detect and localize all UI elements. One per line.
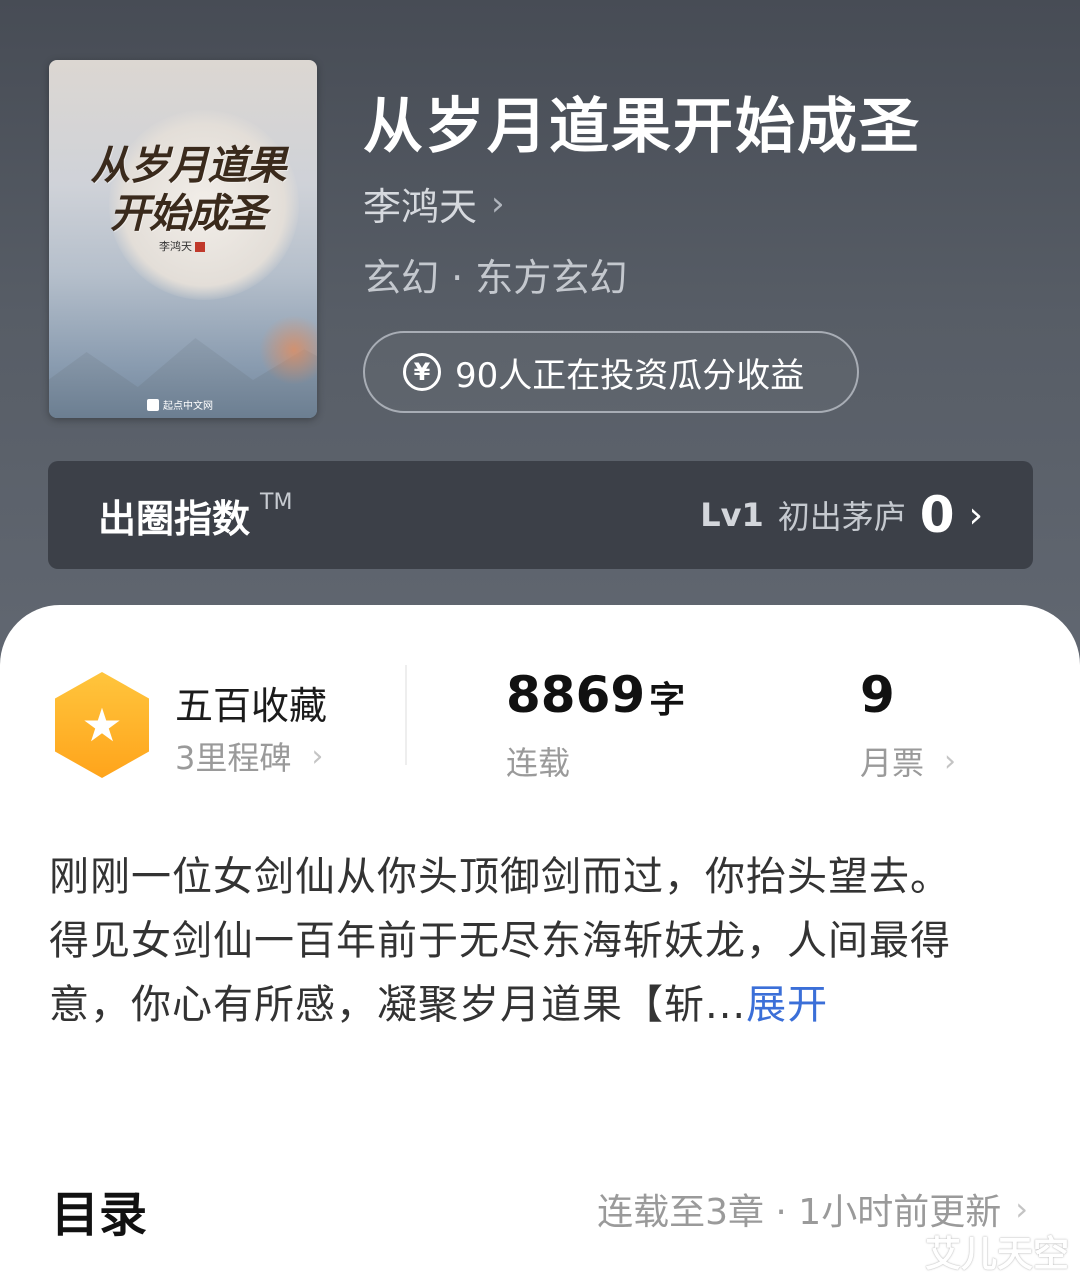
cover-author: 李鸿天 bbox=[159, 238, 205, 254]
serial-status-label: 连载 bbox=[506, 744, 571, 782]
synopsis-paragraph-1: 刚刚一位女剑仙从你头顶御剑而过，你抬头望去。 bbox=[49, 854, 951, 900]
word-count-unit: 字 bbox=[649, 680, 686, 721]
cover-title-line1: 从岁月道果 bbox=[90, 142, 287, 189]
book-cover[interactable]: 从岁月道果 开始成圣 李鸿天 起点中文网 bbox=[49, 60, 317, 418]
collection-title: 五百收藏 bbox=[175, 684, 328, 728]
chevron-right-icon: › bbox=[311, 738, 324, 774]
cover-author-name: 李鸿天 bbox=[159, 240, 192, 253]
word-count: 8869 字 bbox=[506, 666, 685, 724]
publisher-name: 起点中文网 bbox=[163, 401, 213, 412]
trademark-mark: TM bbox=[260, 489, 293, 515]
milestone-link[interactable]: 3里程碑 › bbox=[175, 733, 323, 779]
index-level-code: Lv1 bbox=[700, 496, 764, 534]
word-count-value: 8869 bbox=[506, 666, 646, 724]
cover-title-line2: 开始成圣 bbox=[110, 190, 267, 237]
yen-icon: ¥ bbox=[403, 353, 441, 391]
publisher-logo-icon bbox=[147, 398, 159, 411]
index-score: 0 bbox=[919, 486, 955, 544]
book-title: 从岁月道果开始成圣 bbox=[363, 92, 921, 162]
monthly-votes-count: 9 bbox=[860, 666, 895, 724]
index-level-name: 初出茅庐 bbox=[777, 498, 906, 536]
monthly-votes-link[interactable]: 月票 › bbox=[860, 738, 956, 784]
serial-status: 连载 bbox=[506, 738, 570, 784]
chevron-right-icon: › bbox=[944, 743, 957, 779]
index-label: 出圈指数 TM bbox=[98, 488, 292, 543]
author-name: 李鸿天 bbox=[363, 185, 478, 229]
monthly-votes-label: 月票 bbox=[860, 744, 925, 782]
cover-publisher: 起点中文网 bbox=[147, 397, 213, 412]
chevron-right-icon: › bbox=[491, 183, 505, 224]
seal-icon bbox=[195, 242, 205, 252]
expand-link[interactable]: 展开 bbox=[746, 982, 828, 1028]
popularity-index-bar[interactable]: 出圈指数 TM Lv1 初出茅庐 0 › bbox=[48, 461, 1033, 569]
cover-title: 从岁月道果 开始成圣 bbox=[73, 142, 303, 238]
synopsis-paragraph-2: 得见女剑仙一百年前于无尽东海斩妖龙，人间最得意，你心有所感，凝聚岁月道果【斩..… bbox=[49, 909, 1009, 1037]
milestone-label: 3里程碑 bbox=[175, 739, 292, 777]
toc-title: 目录 bbox=[51, 1187, 148, 1243]
invest-label: 90人正在投资瓜分收益 bbox=[455, 355, 805, 396]
author-link[interactable]: 李鸿天 › bbox=[363, 176, 505, 231]
chevron-right-icon: › bbox=[968, 494, 983, 536]
chevron-right-icon: › bbox=[1015, 1190, 1028, 1228]
index-level: Lv1 初出茅庐 0 › bbox=[700, 486, 983, 544]
index-title: 出圈指数 bbox=[98, 496, 251, 541]
stats-divider bbox=[405, 665, 407, 765]
invest-button[interactable]: ¥ 90人正在投资瓜分收益 bbox=[363, 331, 859, 413]
book-genre[interactable]: 玄幻 · 东方玄幻 bbox=[363, 247, 627, 302]
synopsis[interactable]: 刚刚一位女剑仙从你头顶御剑而过，你抬头望去。 得见女剑仙一百年前于无尽东海斩妖龙… bbox=[49, 845, 1009, 1037]
watermark: 艾儿天空 bbox=[925, 1234, 1070, 1275]
